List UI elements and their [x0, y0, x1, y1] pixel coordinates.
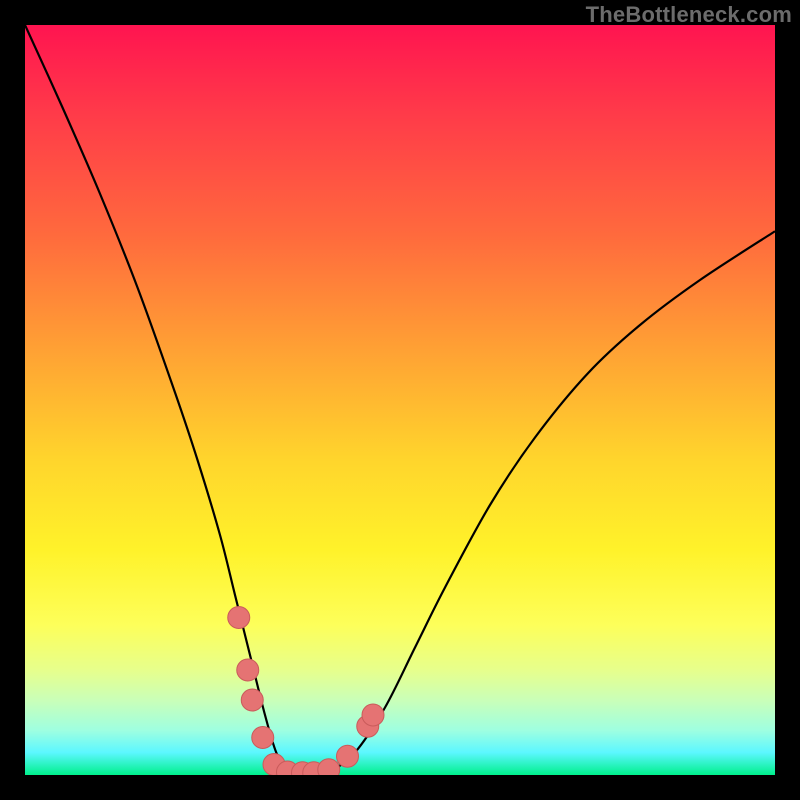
- data-marker: [228, 607, 250, 629]
- watermark-text: TheBottleneck.com: [586, 2, 792, 28]
- data-marker: [252, 727, 274, 749]
- data-marker: [362, 704, 384, 726]
- data-markers: [228, 607, 384, 776]
- plot-area: [25, 25, 775, 775]
- bottleneck-curve: [25, 25, 775, 773]
- data-marker: [318, 759, 340, 775]
- data-marker: [237, 659, 259, 681]
- chart-frame: TheBottleneck.com: [0, 0, 800, 800]
- bottleneck-chart: [25, 25, 775, 775]
- data-marker: [241, 689, 263, 711]
- data-marker: [337, 745, 359, 767]
